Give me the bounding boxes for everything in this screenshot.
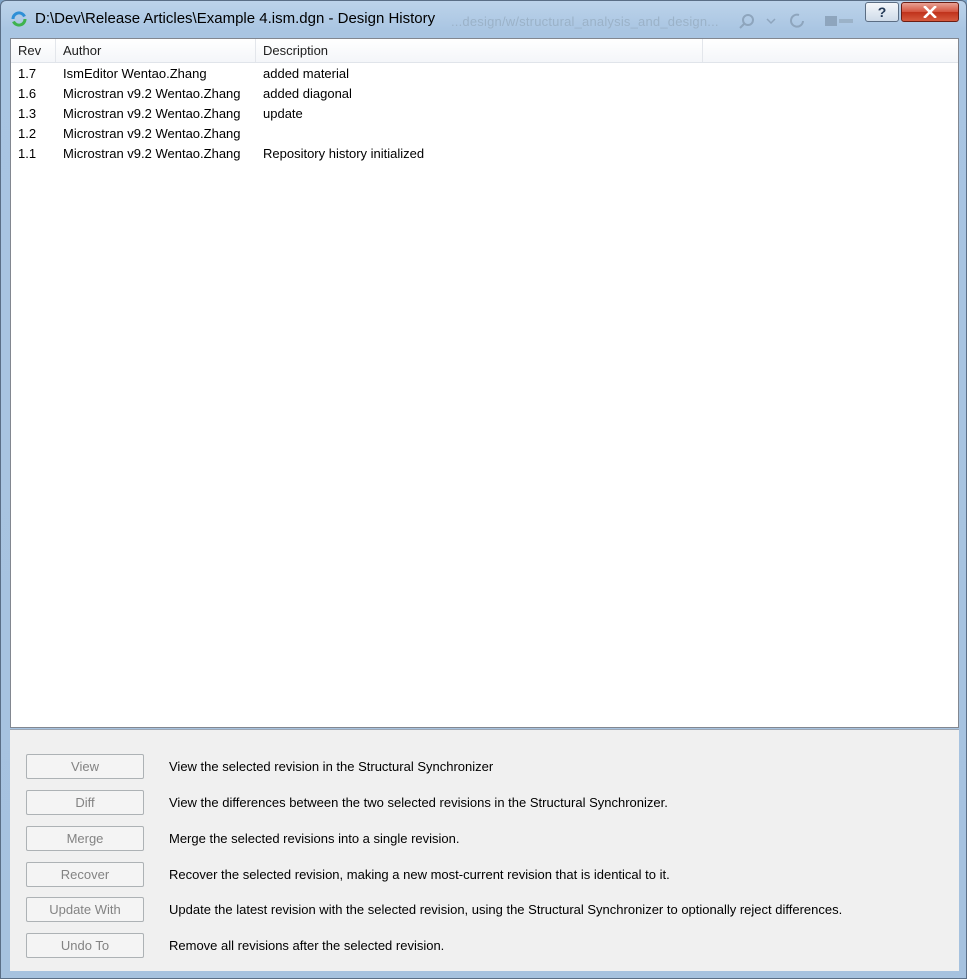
window-title: D:\Dev\Release Articles\Example 4.ism.dg… [35, 10, 436, 27]
action-row-diff: Diff View the differences between the tw… [10, 790, 959, 816]
column-header-author[interactable]: Author [56, 39, 256, 62]
rev-cell: 1.7 [18, 66, 37, 81]
undo-to-description: Remove all revisions after the selected … [169, 938, 445, 953]
action-row-undo-to: Undo To Remove all revisions after the s… [10, 933, 959, 959]
background-toolbar-icons [739, 13, 853, 29]
close-button[interactable] [901, 2, 959, 22]
author-cell: Microstran v9.2 Wentao.Zhang [63, 146, 241, 161]
actions-panel: View View the selected revision in the S… [10, 729, 959, 971]
undo-to-button[interactable]: Undo To [26, 933, 144, 958]
table-row[interactable]: 1.1 Microstran v9.2 Wentao.Zhang Reposit… [11, 143, 958, 163]
rev-cell: 1.6 [18, 86, 37, 101]
list-header: Rev Author Description [11, 39, 958, 63]
close-icon [923, 6, 937, 18]
window-bottom-border [1, 971, 966, 978]
view-description: View the selected revision in the Struct… [169, 759, 494, 774]
help-button[interactable]: ? [865, 2, 899, 22]
table-row[interactable]: 1.7 IsmEditor Wentao.Zhang added materia… [11, 63, 958, 83]
description-cell: Repository history initialized [263, 146, 425, 161]
revision-history-list[interactable]: Rev Author Description 1.7 IsmEditor Wen… [10, 38, 959, 728]
update-with-button[interactable]: Update With [26, 897, 144, 922]
rev-cell: 1.3 [18, 106, 37, 121]
diff-description: View the differences between the two sel… [169, 795, 668, 810]
column-header-rev[interactable]: Rev [11, 39, 56, 62]
action-row-view: View View the selected revision in the S… [10, 754, 959, 780]
diff-button[interactable]: Diff [26, 790, 144, 815]
sync-app-icon [11, 11, 27, 27]
update-with-description: Update the latest revision with the sele… [169, 902, 843, 917]
author-cell: Microstran v9.2 Wentao.Zhang [63, 106, 241, 121]
background-window-title: ...design/w/structural_analysis_and_desi… [451, 14, 719, 29]
recover-button[interactable]: Recover [26, 862, 144, 887]
action-row-update-with: Update With Update the latest revision w… [10, 897, 959, 923]
description-cell: update [263, 106, 303, 121]
list-body: 1.7 IsmEditor Wentao.Zhang added materia… [11, 63, 958, 163]
merge-button[interactable]: Merge [26, 826, 144, 851]
action-row-recover: Recover Recover the selected revision, m… [10, 862, 959, 888]
table-row[interactable]: 1.6 Microstran v9.2 Wentao.Zhang added d… [11, 83, 958, 103]
table-row[interactable]: 1.2 Microstran v9.2 Wentao.Zhang [11, 123, 958, 143]
column-header-description[interactable]: Description [256, 39, 703, 62]
design-history-window: D:\Dev\Release Articles\Example 4.ism.dg… [0, 0, 967, 979]
view-button[interactable]: View [26, 754, 144, 779]
author-cell: Microstran v9.2 Wentao.Zhang [63, 126, 241, 141]
recover-description: Recover the selected revision, making a … [169, 867, 670, 882]
title-bar[interactable]: D:\Dev\Release Articles\Example 4.ism.dg… [1, 1, 966, 37]
description-cell: added diagonal [263, 86, 352, 101]
question-mark-icon: ? [877, 4, 887, 20]
table-row[interactable]: 1.3 Microstran v9.2 Wentao.Zhang update [11, 103, 958, 123]
author-cell: Microstran v9.2 Wentao.Zhang [63, 86, 241, 101]
merge-description: Merge the selected revisions into a sing… [169, 831, 460, 846]
description-cell: added material [263, 66, 349, 81]
rev-cell: 1.2 [18, 126, 37, 141]
author-cell: IsmEditor Wentao.Zhang [63, 66, 207, 81]
action-row-merge: Merge Merge the selected revisions into … [10, 826, 959, 852]
rev-cell: 1.1 [18, 146, 37, 161]
